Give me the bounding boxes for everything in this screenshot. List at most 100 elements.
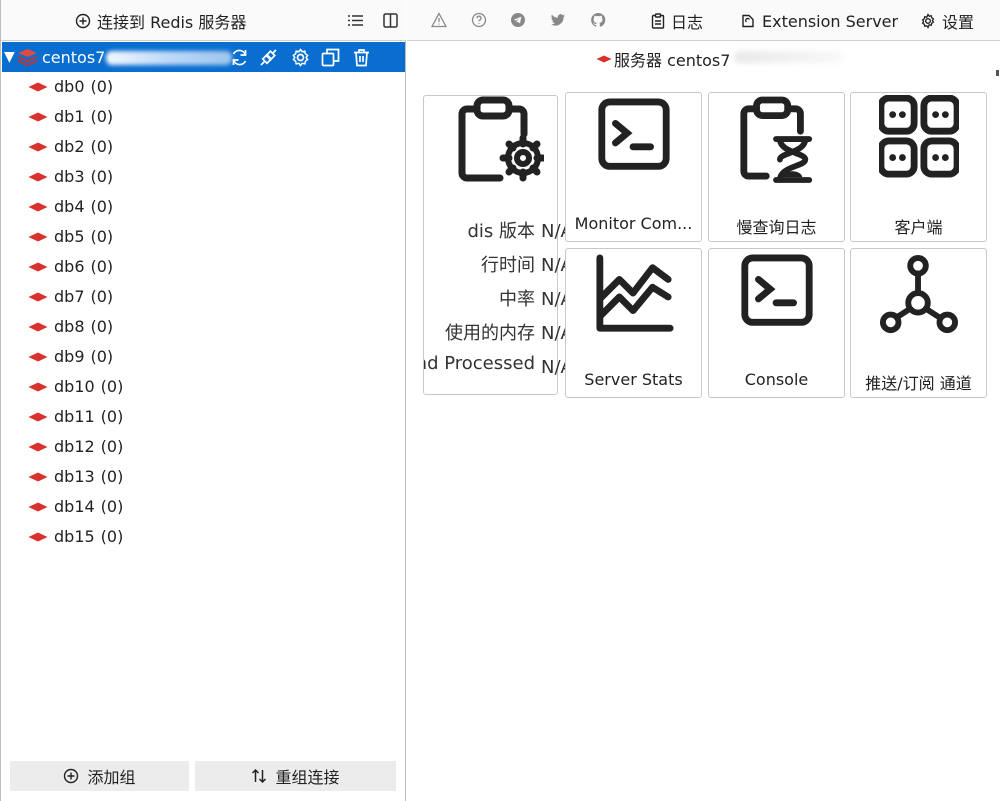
terminal-icon: [598, 98, 670, 170]
sort-arrows-icon: [252, 768, 267, 784]
left-footer: 添加组 重组连接: [10, 761, 396, 791]
database-item[interactable]: db13 (0): [1, 462, 406, 492]
add-group-label: 添加组: [87, 768, 136, 787]
telegram-icon[interactable]: [510, 12, 526, 28]
server-info-row: 使用的内存: [424, 319, 559, 345]
log-button[interactable]: 日志: [651, 8, 703, 34]
database-item[interactable]: db0 (0): [1, 72, 406, 102]
database-item[interactable]: db7 (0): [1, 282, 406, 312]
list-icon[interactable]: [347, 12, 364, 29]
feature-tile-label: Server Stats: [584, 370, 683, 389]
split-view-icon[interactable]: [382, 12, 399, 29]
server-info-row: 中率: [424, 285, 559, 311]
database-item[interactable]: db15 (0): [1, 522, 406, 552]
server-info-list: dis 版本行时间中率使用的内存 nd Processed: [424, 216, 559, 391]
database-name-wrap: db5 (0): [54, 227, 113, 246]
settings-button[interactable]: 设置: [920, 8, 974, 34]
database-name-wrap: db2 (0): [54, 137, 113, 156]
database-item[interactable]: db14 (0): [1, 492, 406, 522]
feature-tile-label: 推送/订阅 通道: [865, 374, 972, 393]
plus-circle-icon: [75, 13, 91, 29]
database-name-wrap: db4 (0): [54, 197, 113, 216]
connect-server-label: 连接到 Redis 服务器: [97, 13, 247, 32]
database-name: db13: [54, 467, 95, 486]
database-name: db12: [54, 437, 95, 456]
github-icon[interactable]: [590, 12, 606, 28]
server-info-key: nd Processed: [424, 353, 535, 374]
database-key-count: (0): [90, 227, 114, 246]
database-item[interactable]: db9 (0): [1, 342, 406, 372]
extension-icon: [742, 14, 754, 28]
database-key-count: (0): [100, 407, 124, 426]
server-info-row: 行时间: [424, 251, 559, 277]
settings-label: 设置: [942, 13, 975, 32]
feature-tile[interactable]: 推送/订阅 通道: [850, 248, 987, 398]
redis-db-icon: [28, 412, 48, 422]
database-item[interactable]: db11 (0): [1, 402, 406, 432]
gear-icon[interactable]: [290, 47, 311, 68]
redis-db-icon: [28, 442, 48, 452]
warning-icon[interactable]: [431, 12, 447, 28]
connect-server-button[interactable]: 连接到 Redis 服务器: [75, 8, 246, 34]
database-item[interactable]: db12 (0): [1, 432, 406, 462]
database-name: db7: [54, 287, 85, 306]
redis-db-icon: [28, 172, 48, 182]
redis-db-icon: [28, 292, 48, 302]
feature-tile-label: Monitor Com...: [574, 214, 693, 233]
database-name-wrap: db7 (0): [54, 287, 113, 306]
connect-plug-icon[interactable]: [258, 47, 279, 68]
database-key-count: (0): [100, 467, 124, 486]
grid-users-icon: [879, 95, 959, 178]
database-name: db6: [54, 257, 85, 276]
database-item[interactable]: db5 (0): [1, 222, 406, 252]
database-name-wrap: db6 (0): [54, 257, 113, 276]
copy-icon[interactable]: [320, 47, 341, 68]
regroup-connections-label: 重组连接: [275, 768, 340, 787]
database-key-count: (0): [90, 257, 114, 276]
database-key-count: (0): [90, 287, 114, 306]
server-info-key: 行时间: [481, 255, 535, 276]
database-name-wrap: db8 (0): [54, 317, 113, 336]
database-key-count: (0): [90, 197, 114, 216]
redis-db-icon: [28, 262, 48, 272]
expand-caret-icon[interactable]: ▼: [4, 49, 18, 65]
refresh-icon[interactable]: [229, 47, 250, 68]
server-page-title-text: 服务器 centos7: [614, 51, 731, 70]
feature-tile[interactable]: Server Stats: [565, 248, 702, 398]
database-name-wrap: db10 (0): [54, 377, 123, 396]
database-key-count: (0): [100, 527, 124, 546]
feature-tile[interactable]: 客户端: [850, 92, 987, 242]
database-name-wrap: db3 (0): [54, 167, 113, 186]
database-name-wrap: db9 (0): [54, 347, 113, 366]
feature-tile-label: 慢查询日志: [736, 218, 817, 237]
extension-server-button[interactable]: Extension Server: [740, 8, 898, 34]
database-name: db10: [54, 377, 95, 396]
trash-icon[interactable]: [351, 47, 372, 68]
database-item[interactable]: db3 (0): [1, 162, 406, 192]
database-item[interactable]: db4 (0): [1, 192, 406, 222]
twitter-icon[interactable]: [550, 12, 566, 28]
database-item[interactable]: db2 (0): [1, 132, 406, 162]
database-item[interactable]: db6 (0): [1, 252, 406, 282]
database-name: db11: [54, 407, 95, 426]
server-info-key: dis 版本: [467, 221, 535, 242]
database-item[interactable]: db8 (0): [1, 312, 406, 342]
left-toolbar: 连接到 Redis 服务器: [1, 0, 406, 41]
log-label: 日志: [671, 13, 704, 32]
database-name-wrap: db11 (0): [54, 407, 123, 426]
feature-tile[interactable]: 慢查询日志: [708, 92, 845, 242]
database-key-count: (0): [90, 167, 114, 186]
server-tree-item[interactable]: ▼ centos7: [2, 42, 405, 72]
database-key-count: (0): [90, 77, 114, 96]
database-item[interactable]: db1 (0): [1, 102, 406, 132]
regroup-connections-button[interactable]: 重组连接: [195, 761, 396, 791]
database-name: db1: [54, 107, 85, 126]
feature-tile[interactable]: Monitor Com...: [565, 92, 702, 242]
help-icon[interactable]: [471, 12, 487, 28]
database-name-wrap: db15 (0): [54, 527, 123, 546]
scrollbar-indicator[interactable]: [996, 70, 999, 76]
add-group-button[interactable]: 添加组: [10, 761, 189, 791]
feature-tile[interactable]: Console: [708, 248, 845, 398]
console-icon: [741, 254, 813, 326]
database-item[interactable]: db10 (0): [1, 372, 406, 402]
